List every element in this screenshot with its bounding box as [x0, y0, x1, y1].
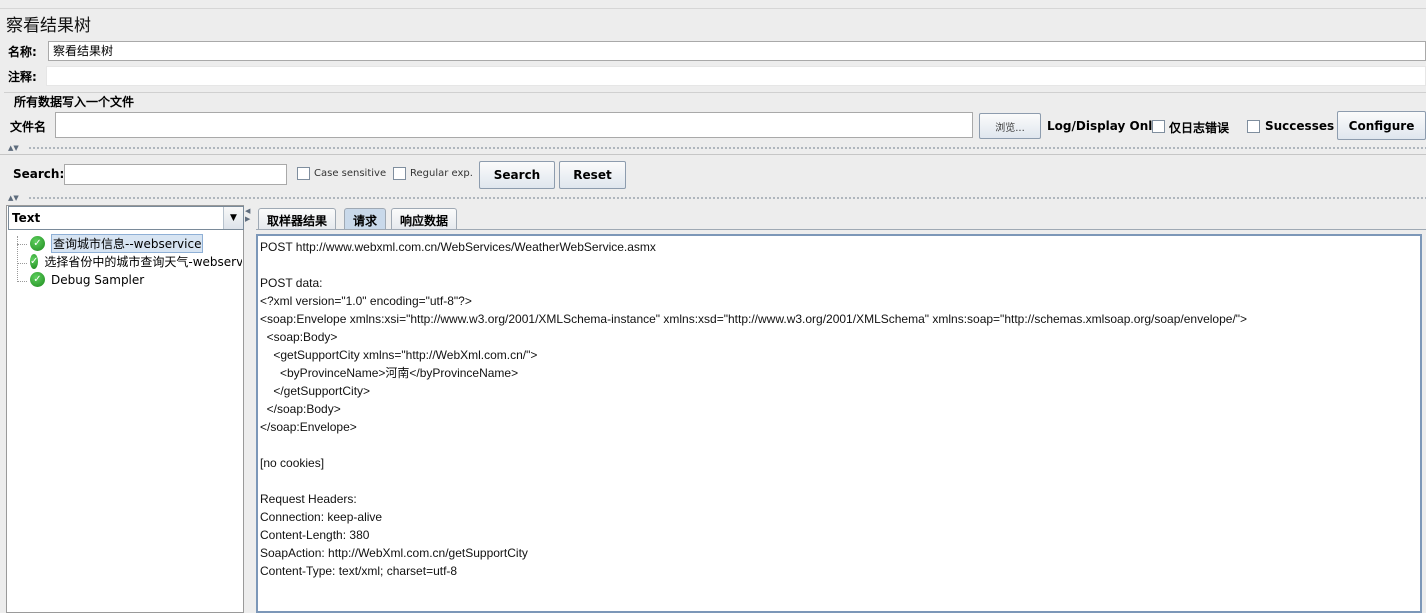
tab-request[interactable]: 请求 [344, 208, 387, 230]
request-line [260, 472, 1418, 490]
check-shield-icon: ✓ [30, 254, 39, 269]
filename-label: 文件名 [10, 120, 47, 134]
request-line: <?xml version="1.0" encoding="utf-8"?> [260, 294, 472, 308]
browse-button[interactable]: 浏览... [979, 113, 1041, 139]
request-line: <getSupportCity xmlns="http://WebXml.com… [260, 348, 538, 362]
successes-label: Successes [1265, 119, 1335, 133]
request-line: Request Headers: [260, 492, 357, 506]
request-line: SoapAction: http://WebXml.com.cn/getSupp… [260, 546, 528, 560]
request-line: </soap:Body> [260, 402, 341, 416]
request-line: [no cookies] [260, 456, 325, 470]
request-line [260, 256, 1418, 274]
tree-item-label: 选择省份中的城市查询天气-webservice [44, 255, 242, 269]
request-line: Connection: keep-alive [260, 510, 383, 524]
renderer-combo[interactable]: Text ▼ [8, 206, 244, 230]
request-line: <soap:Body> [260, 330, 338, 344]
panel-title: 察看结果树 [0, 8, 1426, 36]
request-line: POST http://www.webxml.com.cn/WebService… [260, 240, 656, 254]
regex-label: Regular exp. [410, 168, 473, 179]
tree-connector [17, 281, 27, 282]
errors-only-label: 仅日志错误 [1169, 121, 1230, 135]
chevron-down-icon[interactable]: ▼ [223, 207, 243, 229]
splitter-arrows-icon[interactable]: ▲▼ [8, 195, 19, 202]
check-shield-icon: ✓ [30, 272, 45, 287]
request-text-area[interactable]: POST http://www.webxml.com.cn/WebService… [256, 234, 1422, 613]
request-line [260, 436, 1418, 454]
splitter-arrows-icon[interactable]: ◀ ▶ [245, 207, 253, 223]
vertical-splitter[interactable]: ◀ ▶ [244, 205, 254, 613]
case-sensitive-label: Case sensitive [314, 168, 387, 179]
tab-strip-border [256, 229, 1426, 230]
search-input[interactable] [64, 164, 287, 185]
splitter-handle[interactable] [28, 146, 1426, 150]
tree-item-label: 查询城市信息--webservice [51, 234, 204, 253]
tree-item-label: Debug Sampler [51, 272, 145, 287]
request-line: </getSupportCity> [260, 384, 371, 398]
case-sensitive-checkbox[interactable] [297, 167, 310, 180]
errors-only-checkbox[interactable] [1152, 120, 1165, 133]
reset-button[interactable]: Reset [559, 161, 626, 189]
tab-response-data[interactable]: 响应数据 [391, 208, 458, 230]
comment-label: 注释: [8, 70, 37, 84]
search-button[interactable]: Search [479, 161, 555, 189]
splitter-handle[interactable] [28, 196, 1426, 200]
successes-checkbox[interactable] [1247, 120, 1260, 133]
request-line: <soap:Envelope xmlns:xsi="http://www.w3.… [260, 312, 1248, 326]
tree-item[interactable]: ✓ 查询城市信息--webservice [30, 234, 242, 253]
request-line: </soap:Envelope> [260, 420, 357, 434]
regex-checkbox[interactable] [393, 167, 406, 180]
configure-button[interactable]: Configure [1337, 111, 1426, 140]
filename-field[interactable] [55, 112, 973, 138]
search-label: Search: [13, 167, 65, 181]
comment-field[interactable] [46, 66, 1426, 86]
splitter-arrows-icon[interactable]: ▲▼ [8, 145, 19, 152]
tree-connector [17, 244, 27, 245]
name-label: 名称: [8, 45, 37, 59]
log-display-label: Log/Display Only: [1047, 119, 1165, 133]
tree-connector [17, 263, 27, 264]
request-line: POST data: [260, 276, 323, 290]
request-line: Content-Length: 380 [260, 528, 370, 542]
name-field[interactable]: 察看结果树 [48, 41, 1426, 61]
tab-sampler-result[interactable]: 取样器结果 [258, 208, 337, 230]
check-shield-icon: ✓ [30, 236, 45, 251]
tree-item[interactable]: ✓ Debug Sampler [30, 272, 242, 287]
renderer-combo-value: Text [12, 211, 41, 225]
request-line: Content-Type: text/xml; charset=utf-8 [260, 564, 458, 578]
file-group-legend: 所有数据写入一个文件 [12, 93, 137, 110]
tree-connector [17, 236, 18, 282]
tree-item[interactable]: ✓ 选择省份中的城市查询天气-webservice [30, 253, 242, 270]
request-line: <byProvinceName>河南</byProvinceName> [260, 366, 519, 380]
